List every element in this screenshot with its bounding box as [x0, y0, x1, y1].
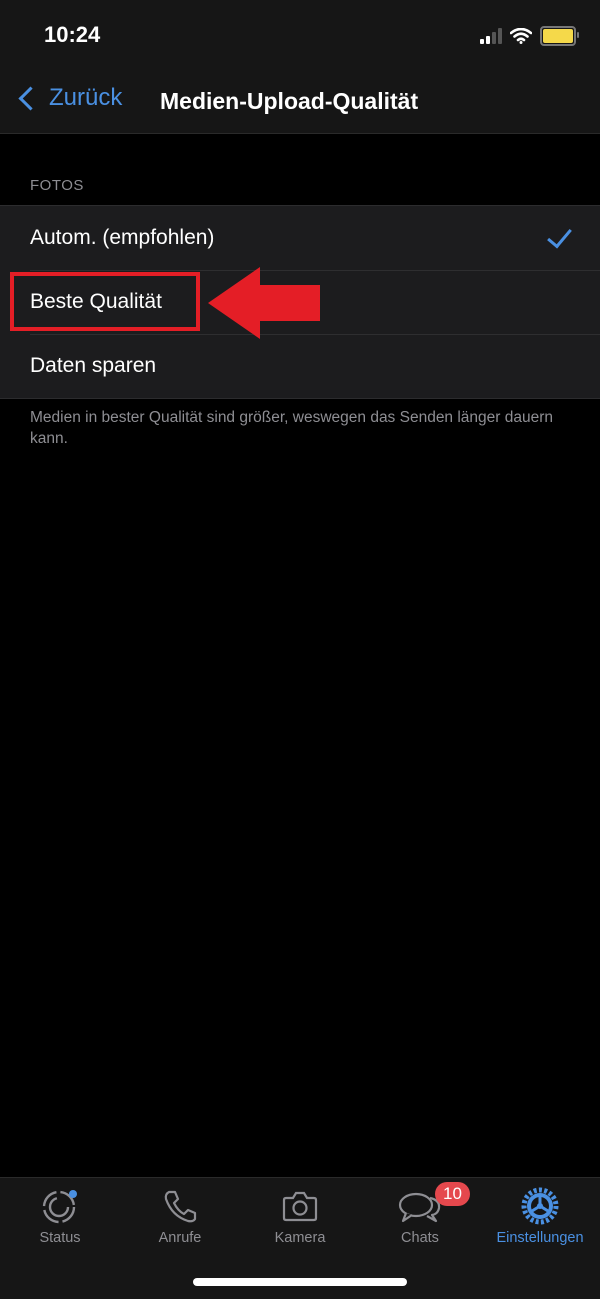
phone-icon: [164, 1190, 197, 1223]
camera-icon: [282, 1191, 318, 1222]
tab-label: Status: [39, 1230, 81, 1246]
tab-label: Kamera: [274, 1230, 326, 1246]
chats-unread-badge: 10: [435, 1182, 470, 1206]
tab-camera[interactable]: Kamera: [240, 1186, 360, 1246]
tab-calls[interactable]: Anrufe: [120, 1186, 240, 1246]
tab-label: Chats: [401, 1230, 439, 1246]
settings-gear-icon: [521, 1187, 559, 1225]
option-label: Daten sparen: [30, 354, 157, 377]
option-label: Autom. (empfohlen): [30, 226, 215, 249]
status-icon: [42, 1190, 77, 1224]
checkmark-icon: [547, 222, 572, 249]
page-title: Medien-Upload-Qualität: [160, 88, 419, 114]
tab-label: Anrufe: [158, 1230, 202, 1246]
back-button[interactable]: Zurück: [16, 84, 122, 112]
option-data-saver[interactable]: Daten sparen: [0, 334, 600, 398]
status-bar: 10:24: [0, 0, 600, 70]
option-label: Beste Qualität: [30, 290, 162, 313]
cellular-signal-icon: [480, 28, 502, 44]
tab-status[interactable]: Status: [0, 1186, 120, 1246]
home-indicator[interactable]: [193, 1278, 407, 1286]
section-footer-note: Medien in bester Qualität sind größer, w…: [30, 409, 554, 447]
tab-settings[interactable]: Einstellungen: [480, 1186, 600, 1246]
status-icons: [480, 26, 579, 46]
option-auto[interactable]: Autom. (empfohlen): [0, 206, 600, 270]
battery-icon: [540, 26, 579, 46]
annotation-arrow-icon: [208, 267, 320, 339]
status-time: 10:24: [44, 22, 101, 47]
chevron-left-icon: [18, 85, 43, 111]
back-label: Zurück: [49, 84, 123, 111]
navigation-bar: Zurück Medien-Upload-Qualität: [0, 70, 600, 134]
tab-label: Einstellungen: [496, 1230, 584, 1246]
section-header-fotos: FOTOS: [30, 177, 84, 194]
wifi-icon: [510, 28, 532, 44]
